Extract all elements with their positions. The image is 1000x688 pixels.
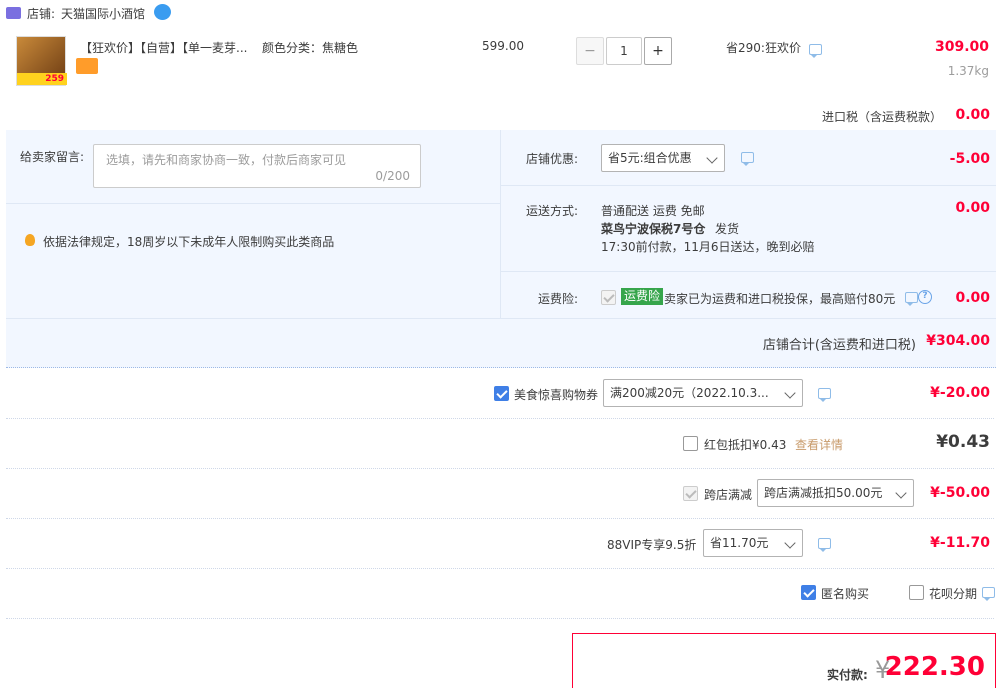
import-tax-value: 0.00 — [955, 107, 990, 123]
shipping-line3: 17:30前付款，11月6日送达，晚到必赔 — [601, 240, 815, 254]
shipping-warehouse: 菜鸟宁波保税7号仓 — [601, 222, 706, 236]
message-label: 给卖家留言: — [20, 150, 85, 164]
chevron-down-icon — [706, 152, 718, 164]
insurance-message-icon[interactable] — [905, 292, 918, 306]
cross-store-label: 跨店满减 — [704, 488, 753, 502]
message-counter: 0/200 — [375, 169, 410, 183]
store-discount-select[interactable]: 省5元:组合优惠 — [601, 144, 725, 172]
payment-label: 实付款: — [827, 668, 868, 682]
food-coupon-checkbox[interactable] — [494, 386, 509, 401]
huabei-label: 花呗分期 — [929, 587, 978, 601]
vip-select[interactable]: 省11.70元 — [703, 529, 803, 557]
unit-price: 599.00 — [482, 39, 524, 53]
store-name[interactable]: 天猫国际小酒馆 — [61, 5, 145, 22]
store-label: 店铺: — [27, 7, 56, 21]
promo-text: 省290:狂欢价 — [726, 41, 801, 55]
shipping-value: 0.00 — [955, 200, 990, 216]
item-title[interactable]: 【狂欢价】【自营】【单一麦芽... — [80, 39, 247, 56]
anonymous-checkbox[interactable] — [801, 585, 816, 600]
cross-store-checkbox — [683, 486, 698, 501]
insurance-badge: 运费险 — [621, 288, 664, 305]
divider — [6, 568, 994, 569]
panel-divider-vertical — [500, 130, 501, 318]
payment-summary-box: 实付款: ¥ 222.30 — [572, 633, 996, 688]
vip-selected: 省11.70元 — [710, 536, 769, 550]
redpacket-checkbox[interactable] — [683, 436, 698, 451]
promo-message-icon[interactable] — [809, 44, 822, 58]
redpacket-value: ¥0.43 — [936, 432, 990, 452]
store-total-value: ¥304.00 — [926, 333, 990, 349]
cross-store-select[interactable]: 跨店满减抵扣50.00元 — [757, 479, 914, 507]
help-icon[interactable]: ? — [918, 290, 932, 304]
panel-divider-right-1 — [500, 185, 996, 186]
vip-message-icon[interactable] — [818, 538, 831, 552]
import-tax-label: 进口税（含运费税款） — [821, 110, 942, 124]
cross-store-selected: 跨店满减抵扣50.00元 — [764, 486, 883, 500]
message-placeholder: 选填，请先和商家协商一致，付款后商家可见 — [106, 153, 347, 167]
food-coupon-select[interactable]: 满200减20元（2022.10.3... — [603, 379, 803, 407]
quantity-input[interactable]: 1 — [606, 37, 642, 65]
shipping-ship-suffix: 发货 — [715, 222, 740, 236]
panel-divider-bottom — [6, 318, 996, 319]
redpacket-details-link[interactable]: 查看详情 — [795, 436, 843, 453]
chevron-down-icon — [784, 387, 796, 399]
quantity-stepper: − 1 + — [576, 37, 672, 65]
divider — [6, 468, 994, 469]
insurance-value: 0.00 — [955, 290, 990, 306]
anonymous-label: 匿名购买 — [821, 587, 870, 601]
panel-divider-right-2 — [500, 271, 996, 272]
divider — [6, 618, 994, 619]
panel-divider-left — [6, 203, 500, 204]
store-discount-value: -5.00 — [949, 151, 990, 167]
divider — [6, 518, 994, 519]
item-sku-value: 焦糖色 — [322, 41, 359, 55]
shipping-line1: 普通配送 运费 免邮 — [601, 204, 705, 218]
redpacket-label: 红包抵扣¥0.43 — [704, 438, 787, 452]
item-weight: 1.37kg — [947, 64, 989, 78]
store-icon — [6, 7, 21, 19]
item-subtotal: 309.00 — [934, 39, 989, 55]
food-coupon-selected: 满200减20元（2022.10.3... — [610, 386, 769, 400]
store-discount-label: 店铺优惠: — [526, 152, 579, 166]
shipping-label: 运送方式: — [526, 204, 579, 218]
thumbnail-price-tag: 259 — [17, 73, 67, 85]
discount-message-icon[interactable] — [741, 152, 754, 166]
chevron-down-icon — [895, 487, 907, 499]
increase-button[interactable]: + — [644, 37, 672, 65]
age-notice: 依据法律规定，18周岁以下未成年人限制购买此类商品 — [43, 235, 335, 249]
huabei-checkbox[interactable] — [909, 585, 924, 600]
chevron-down-icon — [784, 537, 796, 549]
store-discount-selected: 省5元:组合优惠 — [608, 151, 692, 165]
message-textarea[interactable]: 选填，请先和商家协商一致，付款后商家可见 0/200 — [93, 144, 421, 188]
insurance-desc: 卖家已为运费和进口税投保，最高赔付80元 — [664, 292, 896, 306]
chat-bubble-icon[interactable] — [154, 4, 171, 20]
food-coupon-label: 美食惊喜购物券 — [514, 388, 599, 402]
payment-amount: 222.30 — [884, 652, 985, 682]
lightbulb-icon — [25, 234, 35, 246]
divider — [6, 418, 994, 419]
food-coupon-value: ¥-20.00 — [930, 385, 990, 401]
vip-label: 88VIP专享9.5折 — [607, 538, 697, 552]
insurance-label: 运费险: — [538, 292, 579, 306]
credit-card-icon — [76, 58, 98, 74]
item-thumbnail[interactable]: 259 — [16, 36, 67, 86]
store-total-label: 店铺合计(含运费和进口税) — [762, 338, 916, 353]
item-sku-label: 颜色分类： — [262, 41, 323, 55]
huabei-message-icon[interactable] — [982, 587, 995, 601]
decrease-button[interactable]: − — [576, 37, 604, 65]
vip-value: ¥-11.70 — [930, 535, 990, 551]
insurance-checkbox — [601, 290, 616, 305]
cross-store-value: ¥-50.00 — [930, 485, 990, 501]
food-coupon-message-icon[interactable] — [818, 388, 831, 402]
